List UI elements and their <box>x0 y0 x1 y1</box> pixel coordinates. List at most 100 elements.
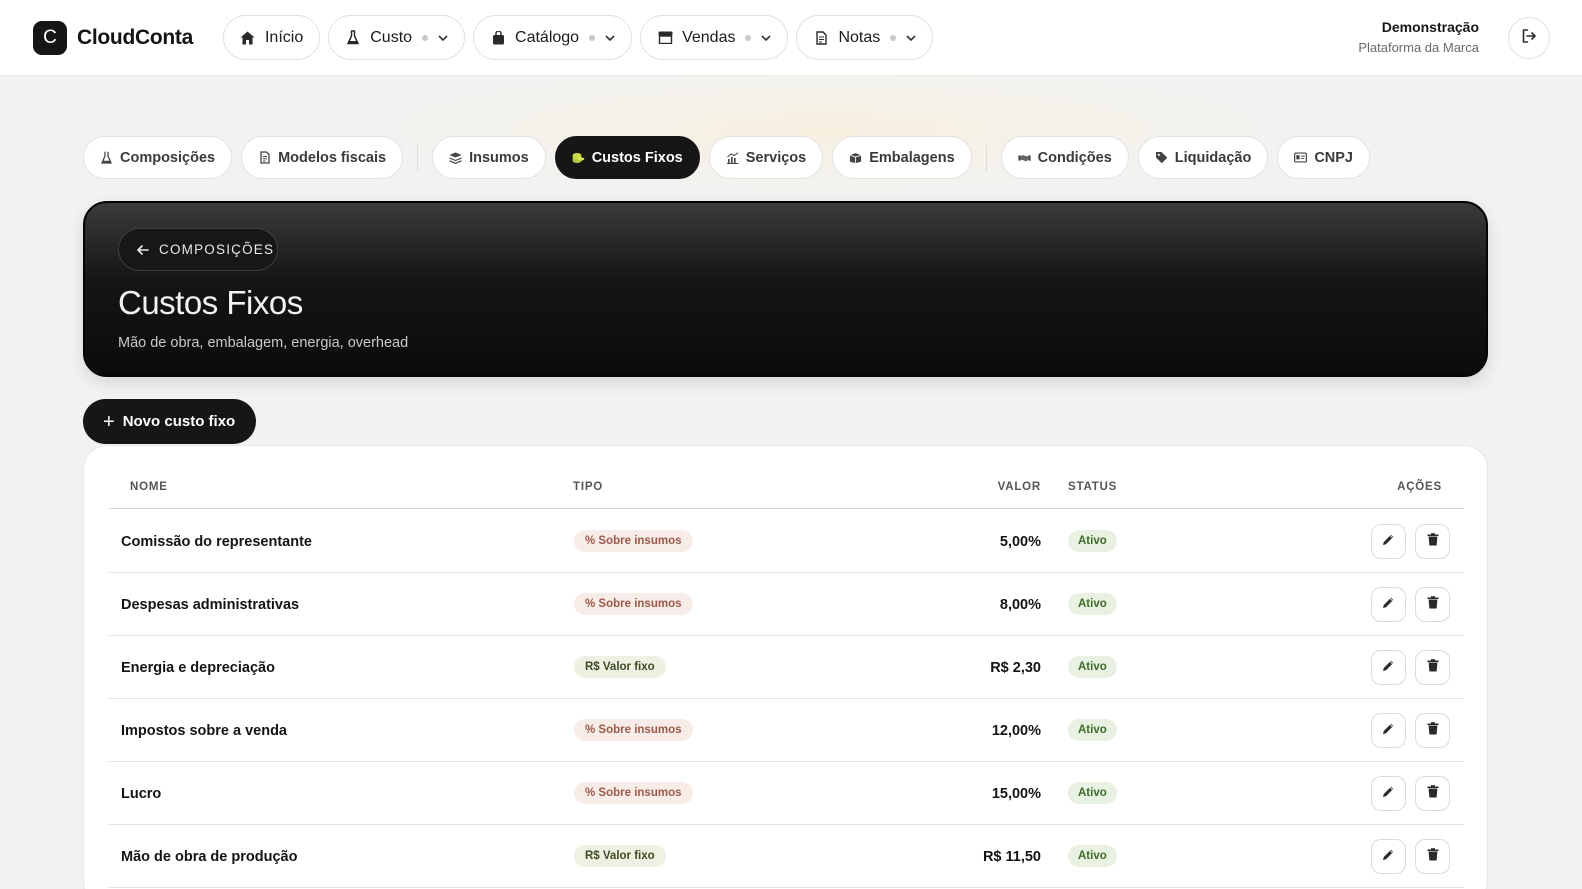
column-header-value[interactable]: VALOR <box>998 481 1041 493</box>
brand[interactable]: C CloudConta <box>33 20 193 55</box>
trash-icon <box>1427 595 1439 614</box>
topnav-item-vendas[interactable]: Vendas <box>640 15 789 60</box>
new-fixed-cost-button[interactable]: + Novo custo fixo <box>83 399 256 444</box>
layers-icon <box>449 151 462 164</box>
brand-name: CloudConta <box>77 25 193 49</box>
column-header-status[interactable]: STATUS <box>1068 481 1117 493</box>
edit-button[interactable] <box>1371 524 1406 559</box>
cost-value: R$ 11,50 <box>982 849 1041 865</box>
pencil-icon <box>1382 533 1395 551</box>
edit-button[interactable] <box>1371 587 1406 622</box>
tab-composicoes[interactable]: Composições <box>83 136 233 179</box>
tab-custos-fixos[interactable]: Custos Fixos <box>554 136 700 179</box>
page-subtitle: Mão de obra, embalagem, energia, overhea… <box>118 335 409 351</box>
delete-button[interactable] <box>1415 839 1450 874</box>
table-header: NOME TIPO VALOR STATUS AÇÕES <box>109 446 1464 509</box>
cost-value: 12,00% <box>991 723 1041 739</box>
table-row[interactable]: Lucro % Sobre insumos 15,00% Ativo <box>109 762 1464 825</box>
tab-label: Condições <box>1037 149 1112 166</box>
page-title: Custos Fixos <box>118 284 303 321</box>
back-to-composicoes-button[interactable]: COMPOSIÇÕES <box>118 228 278 271</box>
delete-button[interactable] <box>1415 650 1450 685</box>
bag-icon <box>490 30 506 46</box>
chevron-down-icon <box>605 33 615 43</box>
cost-value: 8,00% <box>999 597 1041 613</box>
indicator-dot <box>422 34 429 41</box>
tab-separator <box>417 144 419 171</box>
tab-servicos[interactable]: Serviços <box>708 136 824 179</box>
edit-button[interactable] <box>1371 713 1406 748</box>
edit-button[interactable] <box>1371 650 1406 685</box>
user-subtitle: Plataforma da Marca <box>1358 40 1479 55</box>
tab-label: Liquidação <box>1174 149 1252 166</box>
table-row[interactable]: Impostos sobre a venda % Sobre insumos 12,… <box>109 699 1464 762</box>
indicator-dot <box>745 34 752 41</box>
store-icon <box>657 30 673 46</box>
delete-button[interactable] <box>1415 776 1450 811</box>
trash-icon <box>1427 847 1439 866</box>
tag-icon <box>1155 151 1168 164</box>
tab-label: CNPJ <box>1314 149 1353 166</box>
topnav-item-catalogo[interactable]: Catálogo <box>473 15 633 60</box>
column-header-name[interactable]: NOME <box>130 481 168 493</box>
topnav-item-notas[interactable]: Notas <box>796 15 934 60</box>
topnav-label: Catálogo <box>515 28 580 46</box>
pencil-icon <box>1382 848 1395 866</box>
document-icon <box>813 30 829 46</box>
delete-button[interactable] <box>1415 713 1450 748</box>
delete-button[interactable] <box>1415 587 1450 622</box>
cost-name: Impostos sobre a venda <box>121 723 287 739</box>
logout-icon <box>1521 28 1537 49</box>
user-name: Demonstração <box>1381 19 1479 35</box>
cost-type-badge: R$ Valor fixo <box>574 845 666 867</box>
delete-button[interactable] <box>1415 524 1450 559</box>
topnav-item-custo[interactable]: Custo <box>328 15 466 60</box>
column-header-type[interactable]: TIPO <box>573 481 603 493</box>
table-row[interactable]: Despesas administrativas % Sobre insumos 8… <box>109 573 1464 636</box>
tab-label: Insumos <box>469 149 529 166</box>
tab-separator <box>985 144 987 171</box>
brand-logo: C <box>33 20 67 55</box>
chevron-down-icon <box>906 33 916 43</box>
tab-insumos[interactable]: Insumos <box>432 136 546 179</box>
cost-value: 15,00% <box>991 786 1041 802</box>
topnav-label: Vendas <box>682 28 736 46</box>
status-badge: Ativo <box>1068 593 1117 615</box>
id-card-icon <box>1294 151 1308 164</box>
tab-label: Custos Fixos <box>591 149 683 166</box>
cost-type-badge: % Sobre insumos <box>574 782 693 804</box>
status-badge: Ativo <box>1068 656 1117 678</box>
table-row[interactable]: Energia e depreciação R$ Valor fixo R$ 2,3… <box>109 636 1464 699</box>
handshake-icon <box>1018 151 1031 164</box>
page-header-panel: COMPOSIÇÕES Custos Fixos Mão de obra, em… <box>83 201 1488 377</box>
arrow-left-icon <box>137 244 149 255</box>
tab-modelos-fiscais[interactable]: Modelos fiscais <box>241 136 404 179</box>
tab-condicoes[interactable]: Condições <box>1000 136 1129 179</box>
fixed-costs-table: NOME TIPO VALOR STATUS AÇÕES Comissão do… <box>83 445 1488 889</box>
edit-button[interactable] <box>1371 776 1406 811</box>
tab-cnpj[interactable]: CNPJ <box>1277 136 1370 179</box>
topnav-item-inicio[interactable]: Início <box>222 15 321 60</box>
cost-type-badge: % Sobre insumos <box>574 593 693 615</box>
user-info: Demonstração Plataforma da Marca <box>1358 19 1479 55</box>
trash-icon <box>1427 532 1439 551</box>
cost-name: Comissão do representante <box>121 534 312 550</box>
pencil-icon <box>1382 722 1395 740</box>
top-nav: Início Custo Catálogo Vendas Notas <box>222 15 934 60</box>
status-badge: Ativo <box>1068 530 1117 552</box>
table-row[interactable]: Comissão do representante % Sobre insumos… <box>109 510 1464 573</box>
document-icon <box>258 151 271 164</box>
status-badge: Ativo <box>1068 845 1117 867</box>
edit-button[interactable] <box>1371 839 1406 874</box>
tab-liquidacao[interactable]: Liquidação <box>1137 136 1269 179</box>
table-row[interactable]: Mão de obra de produção R$ Valor fixo R$ 1… <box>109 825 1464 888</box>
trash-icon <box>1427 658 1439 677</box>
logout-button[interactable] <box>1508 17 1550 59</box>
cost-type-badge: % Sobre insumos <box>574 530 693 552</box>
tab-embalagens[interactable]: Embalagens <box>832 136 972 179</box>
indicator-dot <box>890 34 897 41</box>
section-tabs: Composições Modelos fiscais Insumos Cust… <box>83 136 1379 179</box>
cost-value: 5,00% <box>999 534 1041 550</box>
home-icon <box>240 30 256 46</box>
cost-value: R$ 2,30 <box>990 660 1041 676</box>
